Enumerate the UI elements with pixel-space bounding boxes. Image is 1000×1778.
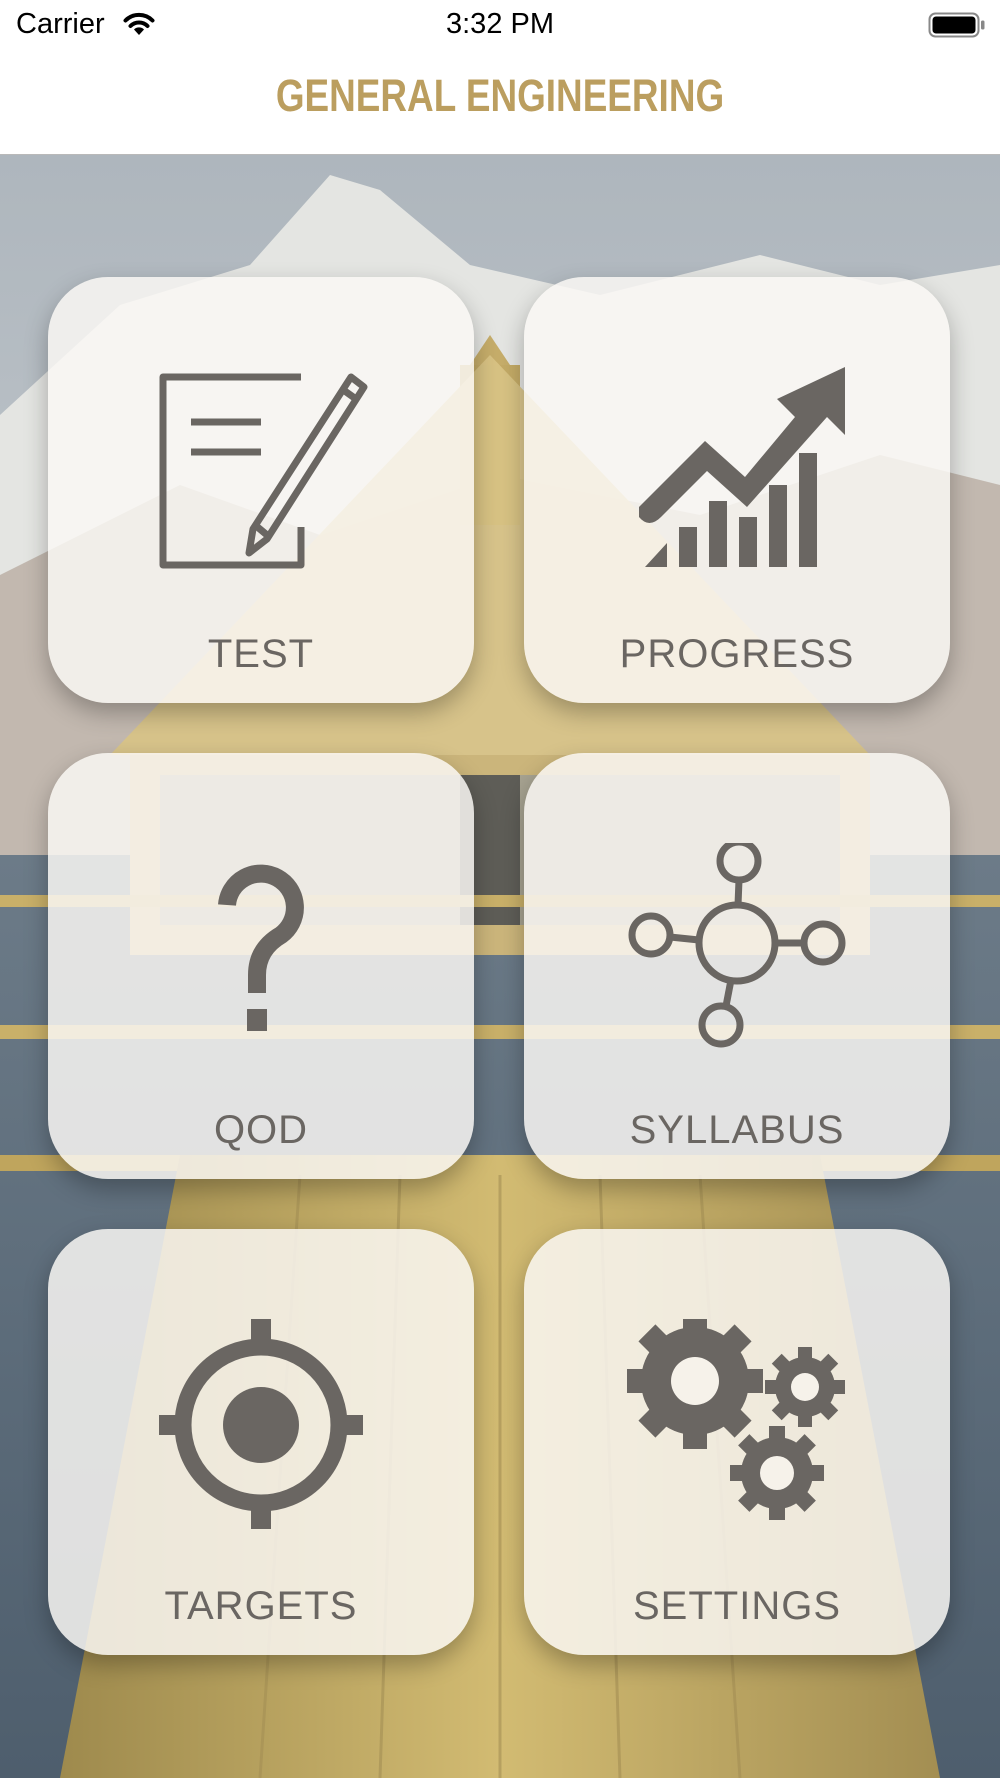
navigation-bar: GENERAL ENGINEERING [0, 52, 1000, 155]
qod-label: QOD [213, 1108, 309, 1152]
syllabus-network-icon [628, 843, 846, 1048]
test-label: TEST [207, 632, 315, 676]
page-title: GENERAL ENGINEERING [275, 70, 725, 121]
target-crosshair-icon [159, 1319, 363, 1529]
settings-label: SETTINGS [632, 1584, 842, 1628]
battery-icon [928, 12, 985, 38]
status-time: 3:32 PM [446, 8, 554, 40]
targets-label: TARGETS [164, 1584, 358, 1628]
progress-tile[interactable]: PROGRESS [524, 277, 950, 703]
progress-chart-icon [639, 367, 845, 567]
test-paper-pencil-icon [159, 373, 368, 569]
settings-tile[interactable]: SETTINGS [524, 1229, 950, 1655]
progress-label: PROGRESS [619, 632, 855, 676]
status-bar: Carrier 3:32 PM [0, 0, 1000, 52]
targets-tile[interactable]: TARGETS [48, 1229, 474, 1655]
gears-icon [627, 1319, 845, 1520]
qod-tile[interactable]: QOD [48, 753, 474, 1179]
test-tile[interactable]: TEST [48, 277, 474, 703]
question-mark-icon [218, 864, 304, 1031]
syllabus-tile[interactable]: SYLLABUS [524, 753, 950, 1179]
syllabus-label: SYLLABUS [629, 1108, 845, 1152]
